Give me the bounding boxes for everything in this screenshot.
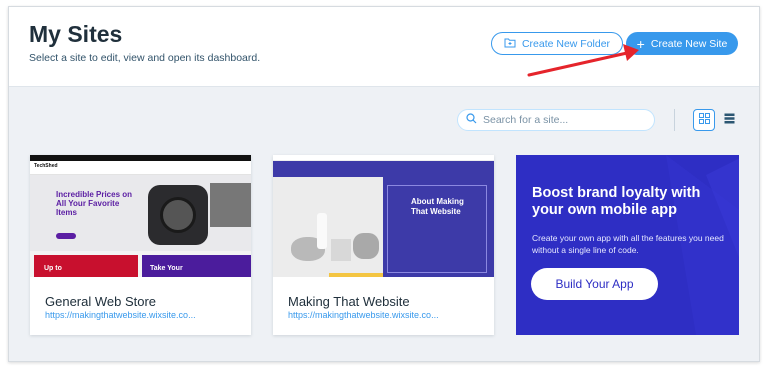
site-url[interactable]: https://makingthatwebsite.wixsite.co...	[288, 310, 439, 320]
search-icon	[466, 111, 477, 129]
thumbnail-hero-text: Incredible Prices on All Your Favorite I…	[56, 190, 133, 217]
list-view-icon	[724, 111, 735, 129]
toolbar-divider	[674, 109, 675, 131]
site-card[interactable]: About Making That Website Making That We…	[273, 155, 494, 335]
site-name: Making That Website	[288, 294, 410, 309]
site-thumbnail: About Making That Website	[273, 155, 494, 277]
sites-content-area: TechShed Incredible Prices on All Your F…	[9, 87, 759, 361]
list-view-toggle[interactable]	[719, 109, 739, 131]
page-subtitle: Select a site to edit, view and open its…	[29, 52, 261, 64]
plus-icon: +	[636, 35, 645, 52]
laptop-image	[210, 183, 251, 227]
promo-description: Create your own app with all the feature…	[532, 233, 724, 255]
grid-view-toggle[interactable]	[693, 109, 715, 131]
thumbnail-banner-left: Up to	[44, 265, 62, 272]
promo-title: Boost brand loyalty with your own mobile…	[532, 185, 701, 218]
thumbnail-logo: TechShed	[34, 163, 58, 169]
folder-plus-icon	[504, 37, 516, 51]
build-your-app-button[interactable]: Build Your App	[531, 268, 658, 300]
page-title: My Sites	[29, 21, 123, 47]
my-sites-window: My Sites Select a site to edit, view and…	[8, 6, 760, 362]
create-new-site-label: Create New Site	[650, 37, 728, 50]
create-new-folder-label: Create New Folder	[521, 37, 611, 50]
site-search-input[interactable]	[483, 114, 643, 126]
create-new-folder-button[interactable]: Create New Folder	[491, 32, 623, 55]
site-url[interactable]: https://makingthatwebsite.wixsite.co...	[45, 310, 196, 320]
mobile-app-promo-card: Boost brand loyalty with your own mobile…	[516, 155, 739, 335]
rock-image	[353, 233, 379, 259]
site-card[interactable]: TechShed Incredible Prices on All Your F…	[30, 155, 251, 335]
bottle-image	[317, 213, 327, 249]
page-header: My Sites Select a site to edit, view and…	[9, 7, 759, 87]
site-thumbnail: TechShed Incredible Prices on All Your F…	[30, 155, 251, 277]
site-name: General Web Store	[45, 294, 157, 309]
create-new-site-button[interactable]: + Create New Site	[626, 32, 738, 55]
site-search-box[interactable]	[457, 109, 655, 131]
thumbnail-hero-text: About Making That Website	[411, 197, 464, 216]
thumbnail-banner-right: Take Your	[150, 265, 183, 272]
grid-view-icon	[698, 111, 710, 129]
